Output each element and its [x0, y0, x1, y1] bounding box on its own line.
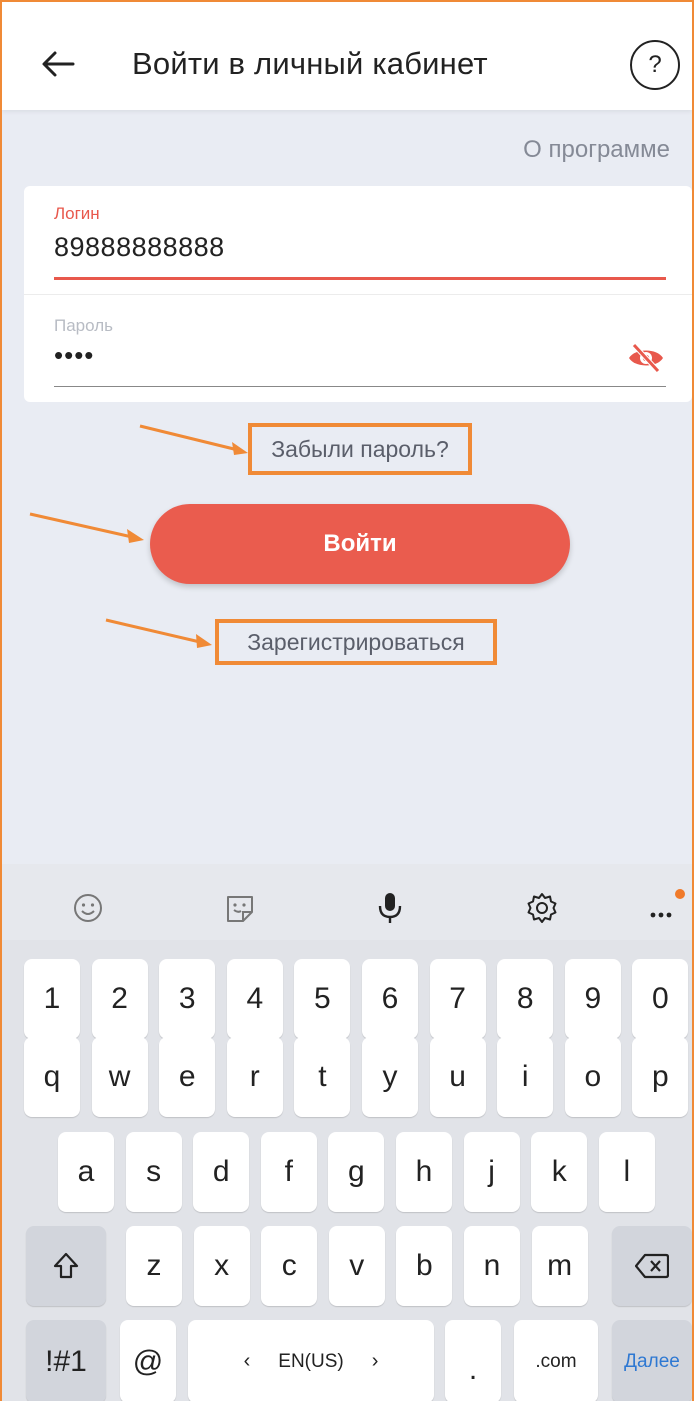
key-j[interactable]: j [463, 1132, 520, 1212]
language-next-icon: › [371, 1350, 379, 1372]
key-w[interactable]: w [91, 1037, 148, 1117]
key-o[interactable]: o [564, 1037, 621, 1117]
eye-off-icon [629, 343, 663, 373]
key-2[interactable]: 2 [91, 959, 148, 1039]
dot-com-key[interactable]: .com [514, 1320, 598, 1401]
annotation-arrow-forgot [139, 424, 248, 455]
next-key[interactable]: Далее [612, 1320, 692, 1401]
key-0[interactable]: 0 [632, 959, 689, 1039]
microphone-icon[interactable] [372, 890, 408, 926]
key-q[interactable]: q [24, 1037, 80, 1117]
on-screen-keyboard: 1 2 3 4 5 6 7 8 9 0 q w e r t y u i o p a s d f g h j k l z x c v b n m !#1 @… [2, 864, 692, 1401]
register-link[interactable]: Зарегистрироваться [215, 619, 497, 665]
sticker-icon[interactable] [222, 890, 258, 926]
symbols-key[interactable]: !#1 [26, 1320, 106, 1401]
password-input[interactable]: •••• [54, 340, 94, 371]
key-b[interactable]: b [396, 1226, 453, 1306]
key-r[interactable]: r [226, 1037, 283, 1117]
key-i[interactable]: i [497, 1037, 554, 1117]
keyboard-keys: 1 2 3 4 5 6 7 8 9 0 q w e r t y u i o p a s d f g h j k l z x c v b n m !#1 @… [2, 940, 692, 1401]
period-key[interactable]: . [445, 1320, 501, 1401]
key-e[interactable]: e [159, 1037, 216, 1117]
help-button[interactable]: ? [630, 40, 680, 90]
key-4[interactable]: 4 [226, 959, 283, 1039]
annotation-arrow-register [105, 618, 212, 648]
key-5[interactable]: 5 [294, 959, 351, 1039]
key-m[interactable]: m [531, 1226, 588, 1306]
emoji-icon[interactable] [70, 890, 106, 926]
shift-key[interactable] [26, 1226, 106, 1306]
backspace-icon [635, 1253, 669, 1279]
key-u[interactable]: u [429, 1037, 486, 1117]
key-d[interactable]: d [193, 1132, 250, 1212]
key-9[interactable]: 9 [564, 959, 621, 1039]
key-t[interactable]: t [294, 1037, 351, 1117]
space-bar[interactable]: ‹ EN(US) › [188, 1320, 434, 1401]
language-label: EN(US) [278, 1350, 344, 1372]
login-form-card: Логин 89888888888 Пароль •••• [24, 186, 692, 402]
page-title: Войти в личный кабинет [132, 46, 488, 81]
language-prev-icon: ‹ [243, 1350, 251, 1372]
login-label: Логин [54, 204, 100, 223]
notification-dot [675, 889, 685, 899]
key-x[interactable]: x [193, 1226, 250, 1306]
shift-icon [53, 1252, 79, 1279]
key-3[interactable]: 3 [159, 959, 216, 1039]
key-v[interactable]: v [328, 1226, 385, 1306]
backspace-key[interactable] [612, 1226, 692, 1306]
key-f[interactable]: f [260, 1132, 317, 1212]
top-app-bar: Войти в личный кабинет ? [2, 2, 692, 110]
key-y[interactable]: y [362, 1037, 418, 1117]
key-1[interactable]: 1 [24, 959, 80, 1039]
password-underline [54, 386, 666, 387]
at-key[interactable]: @ [120, 1320, 176, 1401]
login-field[interactable]: Логин 89888888888 [54, 204, 666, 284]
password-label: Пароль [54, 316, 113, 335]
key-k[interactable]: k [531, 1132, 588, 1212]
app-screen: Войти в личный кабинет ? О программе Лог… [0, 0, 694, 1401]
keyboard-toolbar [2, 864, 692, 948]
arrow-left-icon [42, 51, 75, 77]
key-l[interactable]: l [598, 1132, 655, 1212]
key-n[interactable]: n [464, 1226, 520, 1306]
login-button[interactable]: Войти [150, 504, 570, 584]
about-app-link[interactable]: О программе [523, 136, 670, 164]
key-z[interactable]: z [126, 1226, 182, 1306]
annotation-arrow-login [29, 512, 144, 543]
key-c[interactable]: c [261, 1226, 318, 1306]
back-button[interactable] [32, 40, 84, 88]
password-field[interactable]: Пароль •••• [54, 316, 666, 388]
key-g[interactable]: g [328, 1132, 385, 1212]
key-p[interactable]: p [632, 1037, 689, 1117]
forgot-password-link[interactable]: Забыли пароль? [248, 423, 472, 475]
key-s[interactable]: s [125, 1132, 182, 1212]
key-7[interactable]: 7 [429, 959, 486, 1039]
field-divider [24, 294, 692, 295]
login-underline [54, 277, 666, 280]
settings-gear-icon[interactable] [524, 890, 560, 926]
key-6[interactable]: 6 [362, 959, 418, 1039]
toggle-password-visibility-button[interactable] [626, 338, 666, 378]
login-input[interactable]: 89888888888 [54, 232, 225, 263]
key-a[interactable]: a [58, 1132, 114, 1212]
key-8[interactable]: 8 [497, 959, 554, 1039]
key-h[interactable]: h [396, 1132, 452, 1212]
